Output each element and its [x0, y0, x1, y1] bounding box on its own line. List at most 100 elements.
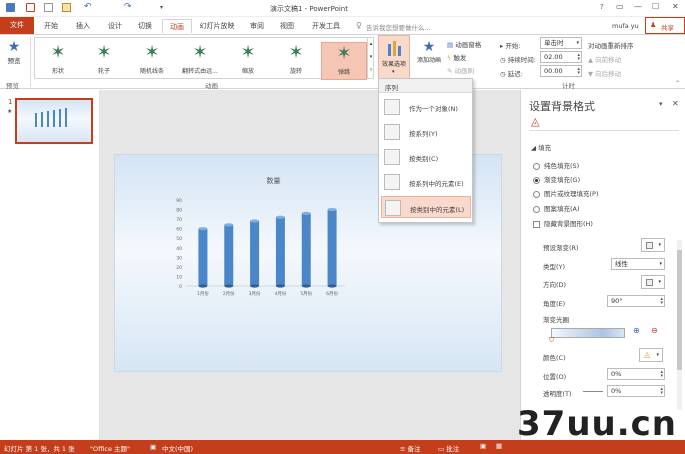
present-icon[interactable] [26, 3, 35, 12]
menu-item-by-series[interactable]: 按系列(Y) [381, 121, 471, 143]
spinner-icon[interactable]: ▴ ▾ [660, 387, 663, 396]
animation-wheel[interactable]: ✶ 轮子 [81, 42, 127, 80]
animation-pane-button[interactable]: ▤ 动画窗格 [447, 39, 481, 49]
pattern-fill-option[interactable]: 图案填充(A) [533, 203, 580, 213]
preview-group-label: 预览 [6, 82, 19, 90]
tab-home[interactable]: 开始 [38, 19, 64, 33]
position-input[interactable]: 0% ▴ ▾ [607, 368, 665, 380]
transparency-slider[interactable] [583, 391, 603, 392]
menu-item-by-category[interactable]: 按类别(C) [381, 146, 471, 168]
pane-close-icon[interactable]: ✕ [672, 99, 679, 108]
animation-bounce[interactable]: ✶ 弹跳 [321, 42, 367, 80]
save-icon[interactable] [6, 3, 15, 12]
user-name[interactable]: mufa yu [612, 22, 639, 30]
direction-button[interactable]: ▾ [641, 275, 665, 289]
tab-review[interactable]: 审阅 [244, 19, 270, 33]
slide-thumbnail[interactable] [15, 98, 93, 144]
tab-design[interactable]: 设计 [102, 19, 128, 33]
solid-fill-option[interactable]: 纯色填充(S) [533, 160, 579, 170]
proofing-icon[interactable]: ▣ [150, 443, 156, 451]
spinner-icon[interactable]: ▴ ▾ [577, 53, 580, 62]
chevron-down-icon: ▾ [576, 40, 579, 46]
tab-developer[interactable]: 开发工具 [306, 19, 346, 33]
menu-item-as-one-object[interactable]: 作为一个对象(N) [381, 96, 471, 118]
spinner-icon[interactable]: ▴ ▾ [660, 370, 663, 379]
tell-me-box[interactable]: 告诉我您想要做什么... [366, 22, 431, 32]
color-button[interactable]: ◬ ▾ [639, 348, 663, 362]
add-animation-button[interactable]: ★ 添加动画 [414, 39, 444, 79]
spinner-icon[interactable]: ▴ ▾ [577, 67, 580, 76]
transparency-input[interactable]: 0% ▴ ▾ [607, 385, 665, 397]
share-label: 共享 [661, 24, 674, 32]
pane-options-icon[interactable]: ▾ [659, 100, 663, 108]
by-element-in-series-icon [384, 174, 400, 190]
tab-slideshow[interactable]: 幻灯片放映 [196, 19, 238, 33]
undo-icon[interactable]: ↶ [84, 2, 92, 12]
animation-shape[interactable]: ✶ 形状 [35, 42, 81, 80]
clock-icon: ◷ [500, 56, 508, 64]
duration-input[interactable]: 02.00 ▴ ▾ [540, 51, 582, 63]
animation-label: 形状 [51, 68, 64, 75]
animation-swivel[interactable]: ✶ 旋转 [273, 42, 319, 80]
collapse-ribbon-icon[interactable]: ⌃ [675, 80, 680, 87]
customize-qat-icon[interactable]: ▾ [160, 4, 163, 11]
pane-scrollbar[interactable] [677, 240, 682, 410]
open-icon[interactable] [62, 3, 71, 12]
redo-icon[interactable]: ↷ [124, 2, 132, 12]
fill-section-header[interactable]: ◢ 填充 [531, 142, 551, 152]
effect-options-button[interactable]: 效果选项 ▾ [378, 35, 410, 79]
minimize-button[interactable]: — [634, 2, 642, 11]
x-tick-label: 4月份 [274, 290, 286, 297]
preset-gradient-button[interactable]: ▾ [641, 238, 665, 252]
preview-star-icon: ★ [7, 39, 21, 55]
gradient-stop-handle-icon[interactable]: ⛉ [549, 336, 554, 345]
scroll-thumb[interactable] [677, 250, 682, 370]
spinner-icon[interactable]: ▴ ▾ [660, 297, 663, 306]
trigger-button[interactable]: ϟ 触发 [447, 52, 466, 62]
tab-animations[interactable]: 动画 [162, 19, 192, 33]
animation-label: 轮子 [97, 68, 110, 75]
chart-bar-base [301, 284, 311, 288]
hide-background-checkbox[interactable]: 隐藏背景图形(H) [533, 218, 593, 228]
by-series-icon [384, 124, 400, 140]
direction-swatch-icon [646, 279, 653, 286]
gradient-stops-bar[interactable] [551, 328, 625, 338]
animation-random-bars[interactable]: ✶ 随机线条 [129, 42, 175, 80]
move-later-button[interactable]: ▼ 向后移动 [588, 68, 621, 78]
close-button[interactable]: ✕ [672, 2, 679, 11]
gradient-fill-option[interactable]: 渐变填充(G) [533, 174, 580, 184]
picture-fill-option[interactable]: 图片或纹理填充(P) [533, 188, 599, 198]
new-icon[interactable] [44, 3, 53, 12]
type-select[interactable]: 线性 ▾ [611, 258, 665, 270]
maximize-button[interactable]: ☐ [652, 2, 659, 11]
animation-zoom[interactable]: ✶ 缩放 [225, 42, 271, 80]
slide-sorter-icon[interactable]: ▦ [496, 442, 502, 450]
effect-options-menu: 序列 作为一个对象(N) 按系列(Y) 按类别(C) 按系列中的元素(E) 按类… [378, 78, 473, 223]
tab-insert[interactable]: 插入 [70, 19, 96, 33]
fill-bucket-icon[interactable]: ◬ [531, 115, 539, 128]
animation-grow-turn[interactable]: ✶ 翻转式由远... [177, 42, 223, 80]
comments-button[interactable]: ▭ 批注 [438, 443, 459, 453]
normal-view-icon[interactable]: ▣ [480, 442, 486, 450]
language[interactable]: 中文(中国) [162, 443, 193, 453]
tab-transitions[interactable]: 切换 [132, 19, 158, 33]
preview-button[interactable]: ★ 预览 [2, 39, 26, 73]
delay-input[interactable]: 00.00 ▴ ▾ [540, 65, 582, 77]
menu-item-by-element-in-category[interactable]: 按类别中的元素(L) [381, 196, 471, 218]
angle-input[interactable]: 90° ▴ ▾ [607, 295, 665, 307]
notes-button[interactable]: ≡ 备注 [400, 443, 421, 453]
animation-label: 随机线条 [139, 68, 164, 75]
add-stop-icon[interactable]: ⊕ [633, 326, 640, 335]
type-label: 类型(Y) [543, 263, 566, 271]
share-button[interactable]: ♟ 共享 [645, 17, 685, 34]
start-select[interactable]: 单击时 ▾ [540, 37, 582, 49]
tab-view[interactable]: 视图 [274, 19, 300, 33]
help-button[interactable]: ? [600, 3, 604, 11]
move-earlier-button[interactable]: ▲ 向前移动 [588, 54, 621, 64]
tab-file[interactable]: 文件 [0, 17, 34, 34]
menu-item-by-element-in-series[interactable]: 按系列中的元素(E) [381, 171, 471, 193]
ribbon-display-button[interactable]: ▭ [616, 2, 624, 11]
remove-stop-icon[interactable]: ⊖ [651, 326, 658, 335]
gallery-scroll[interactable]: ▴ ▾ ▿ [367, 38, 374, 78]
animation-painter-button[interactable]: ✎ 动画刷 [447, 65, 474, 75]
